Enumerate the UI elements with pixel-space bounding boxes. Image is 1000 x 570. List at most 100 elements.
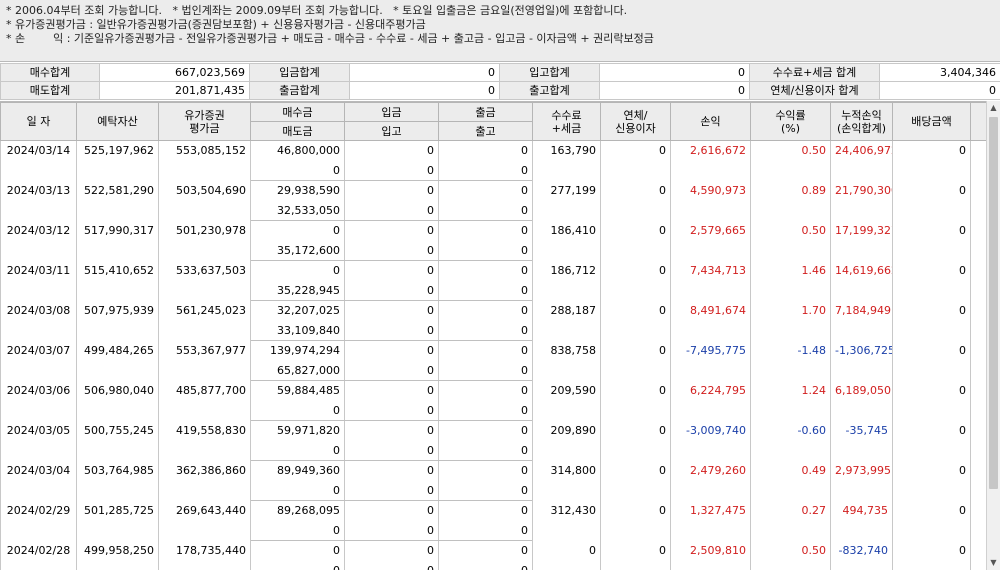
cash-out-total-label: 출금합계: [249, 81, 350, 100]
notice-line: * 2006.04부터 조회 가능합니다. * 법인계좌는 2009.09부터 …: [6, 4, 628, 17]
col-header-cash-out[interactable]: 출금: [438, 102, 533, 122]
cell-cum-pnl: 21,790,300: [830, 180, 893, 221]
stock-out-total-value: 0: [599, 81, 750, 100]
stock-in-total-value: 0: [599, 63, 750, 82]
cell-stock-in: 0: [344, 321, 439, 341]
cell-return-rate: -0.60: [750, 420, 831, 461]
cell-date: 2024/03/13: [0, 180, 77, 221]
cell-spacer: [970, 180, 986, 221]
cell-return-rate: 1.46: [750, 260, 831, 301]
table-row[interactable]: 2024/03/13 522,581,290 503,504,690 29,938,5…: [0, 180, 986, 221]
cell-stock-out: 0: [438, 321, 533, 341]
col-header-sell[interactable]: 매도금: [250, 121, 345, 141]
cell-securities-eval: 485,877,700: [158, 380, 251, 421]
cell-spacer: [970, 500, 986, 541]
scrollbar-thumb[interactable]: [989, 117, 998, 489]
fee-tax-total-label: 수수료+세금 합계: [749, 63, 880, 82]
cell-stock-out: 0: [438, 521, 533, 541]
cell-sell: 32,533,050: [250, 201, 345, 221]
col-header-securities-eval[interactable]: 유가증권 평가금: [158, 102, 251, 141]
cell-buy: 89,268,095: [250, 500, 345, 521]
notice-panel: * 2006.04부터 조회 가능합니다. * 법인계좌는 2009.09부터 …: [0, 0, 1000, 62]
cell-cash-in: 0: [344, 540, 439, 561]
cell-spacer: [970, 420, 986, 461]
table-row[interactable]: 2024/03/06 506,980,040 485,877,700 59,884,4…: [0, 380, 986, 421]
cell-dividend: 0: [892, 500, 971, 541]
cell-stock-out: 0: [438, 281, 533, 301]
col-header-cash-in[interactable]: 입금: [344, 102, 439, 122]
col-header-return-rate[interactable]: 수익률 (%): [750, 102, 831, 141]
cell-dividend: 0: [892, 180, 971, 221]
table-row[interactable]: 2024/03/12 517,990,317 501,230,978 0 0 0 186,4…: [0, 220, 986, 261]
cell-return-rate: 0.50: [750, 540, 831, 570]
cell-pnl: 7,434,713: [670, 260, 751, 301]
cell-sell: 35,172,600: [250, 241, 345, 261]
cell-sell: 0: [250, 401, 345, 421]
daily-pnl-grid[interactable]: 일 자 예탁자산 유가증권 평가금 매수금 입금 출금 수수료 +세금 연체/ …: [0, 101, 986, 570]
table-row[interactable]: 2024/03/11 515,410,652 533,637,503 0 0 0 186,7…: [0, 260, 986, 301]
cell-cum-pnl: -832,740: [830, 540, 893, 570]
table-row[interactable]: 2024/03/08 507,975,939 561,245,023 32,207,0…: [0, 300, 986, 341]
cell-fee-tax: 186,410: [532, 220, 601, 261]
cell-securities-eval: 178,735,440: [158, 540, 251, 570]
cell-cum-pnl: -1,306,725: [830, 340, 893, 381]
table-row[interactable]: 2024/03/05 500,755,245 419,558,830 59,971,8…: [0, 420, 986, 461]
triangle-down-icon[interactable]: ▼: [987, 556, 1000, 570]
cell-pnl: 8,491,674: [670, 300, 751, 341]
cell-cash-out: 0: [438, 260, 533, 281]
cell-deposit-assets: 507,975,939: [76, 300, 159, 341]
cell-stock-out: 0: [438, 201, 533, 221]
cell-deposit-assets: 515,410,652: [76, 260, 159, 301]
col-header-stock-in[interactable]: 입고: [344, 121, 439, 141]
col-header-dividend[interactable]: 배당금액: [892, 102, 971, 141]
triangle-up-icon[interactable]: ▲: [987, 101, 1000, 115]
cell-dividend: 0: [892, 460, 971, 501]
cell-cash-in: 0: [344, 460, 439, 481]
cell-cash-in: 0: [344, 500, 439, 521]
cell-buy: 0: [250, 260, 345, 281]
cell-stock-in: 0: [344, 161, 439, 181]
cell-securities-eval: 553,085,152: [158, 140, 251, 181]
col-header-pnl[interactable]: 손익: [670, 102, 751, 141]
col-header-cum-pnl[interactable]: 누적손익 (손익합계): [830, 102, 893, 141]
col-header-buy[interactable]: 매수금: [250, 102, 345, 122]
cell-cash-in: 0: [344, 220, 439, 241]
cell-interest: 0: [600, 380, 671, 421]
table-body: 2024/03/14 525,197,962 553,085,152 46,800,0…: [0, 140, 986, 570]
cell-pnl: 1,327,475: [670, 500, 751, 541]
cell-deposit-assets: 525,197,962: [76, 140, 159, 181]
vertical-scrollbar[interactable]: ▲ ▼: [986, 101, 1000, 570]
cell-fee-tax: 209,590: [532, 380, 601, 421]
summary-table: 매수합계 667,023,569 입금합계 0 입고합계 0 수수료+세금 합계…: [0, 63, 1000, 100]
cash-in-total-value: 0: [349, 63, 500, 82]
cell-pnl: -3,009,740: [670, 420, 751, 461]
cell-buy: 59,884,485: [250, 380, 345, 401]
table-row[interactable]: 2024/03/07 499,484,265 553,367,977 139,974,…: [0, 340, 986, 381]
col-header-deposit-assets[interactable]: 예탁자산: [76, 102, 159, 141]
cell-interest: 0: [600, 340, 671, 381]
cell-date: 2024/03/07: [0, 340, 77, 381]
cell-securities-eval: 561,245,023: [158, 300, 251, 341]
cell-stock-in: 0: [344, 481, 439, 501]
cell-securities-eval: 503,504,690: [158, 180, 251, 221]
cell-fee-tax: 277,199: [532, 180, 601, 221]
cell-fee-tax: 0: [532, 540, 601, 570]
col-header-interest[interactable]: 연체/ 신용이자: [600, 102, 671, 141]
cell-deposit-assets: 517,990,317: [76, 220, 159, 261]
cell-cash-in: 0: [344, 420, 439, 441]
cell-deposit-assets: 501,285,725: [76, 500, 159, 541]
col-header-fee-tax[interactable]: 수수료 +세금: [532, 102, 601, 141]
cell-dividend: 0: [892, 340, 971, 381]
cell-securities-eval: 362,386,860: [158, 460, 251, 501]
cell-buy: 89,949,360: [250, 460, 345, 481]
cell-interest: 0: [600, 180, 671, 221]
col-header-stock-out[interactable]: 출고: [438, 121, 533, 141]
table-row[interactable]: 2024/03/14 525,197,962 553,085,152 46,800,0…: [0, 140, 986, 181]
table-row[interactable]: 2024/03/04 503,764,985 362,386,860 89,949,3…: [0, 460, 986, 501]
table-row[interactable]: 2024/02/28 499,958,250 178,735,440 0 0 0 0 0 2,5…: [0, 540, 986, 570]
table-row[interactable]: 2024/02/29 501,285,725 269,643,440 89,268,0…: [0, 500, 986, 541]
col-header-date[interactable]: 일 자: [0, 102, 77, 141]
cell-buy: 0: [250, 220, 345, 241]
cell-dividend: 0: [892, 540, 971, 570]
cell-stock-in: 0: [344, 361, 439, 381]
